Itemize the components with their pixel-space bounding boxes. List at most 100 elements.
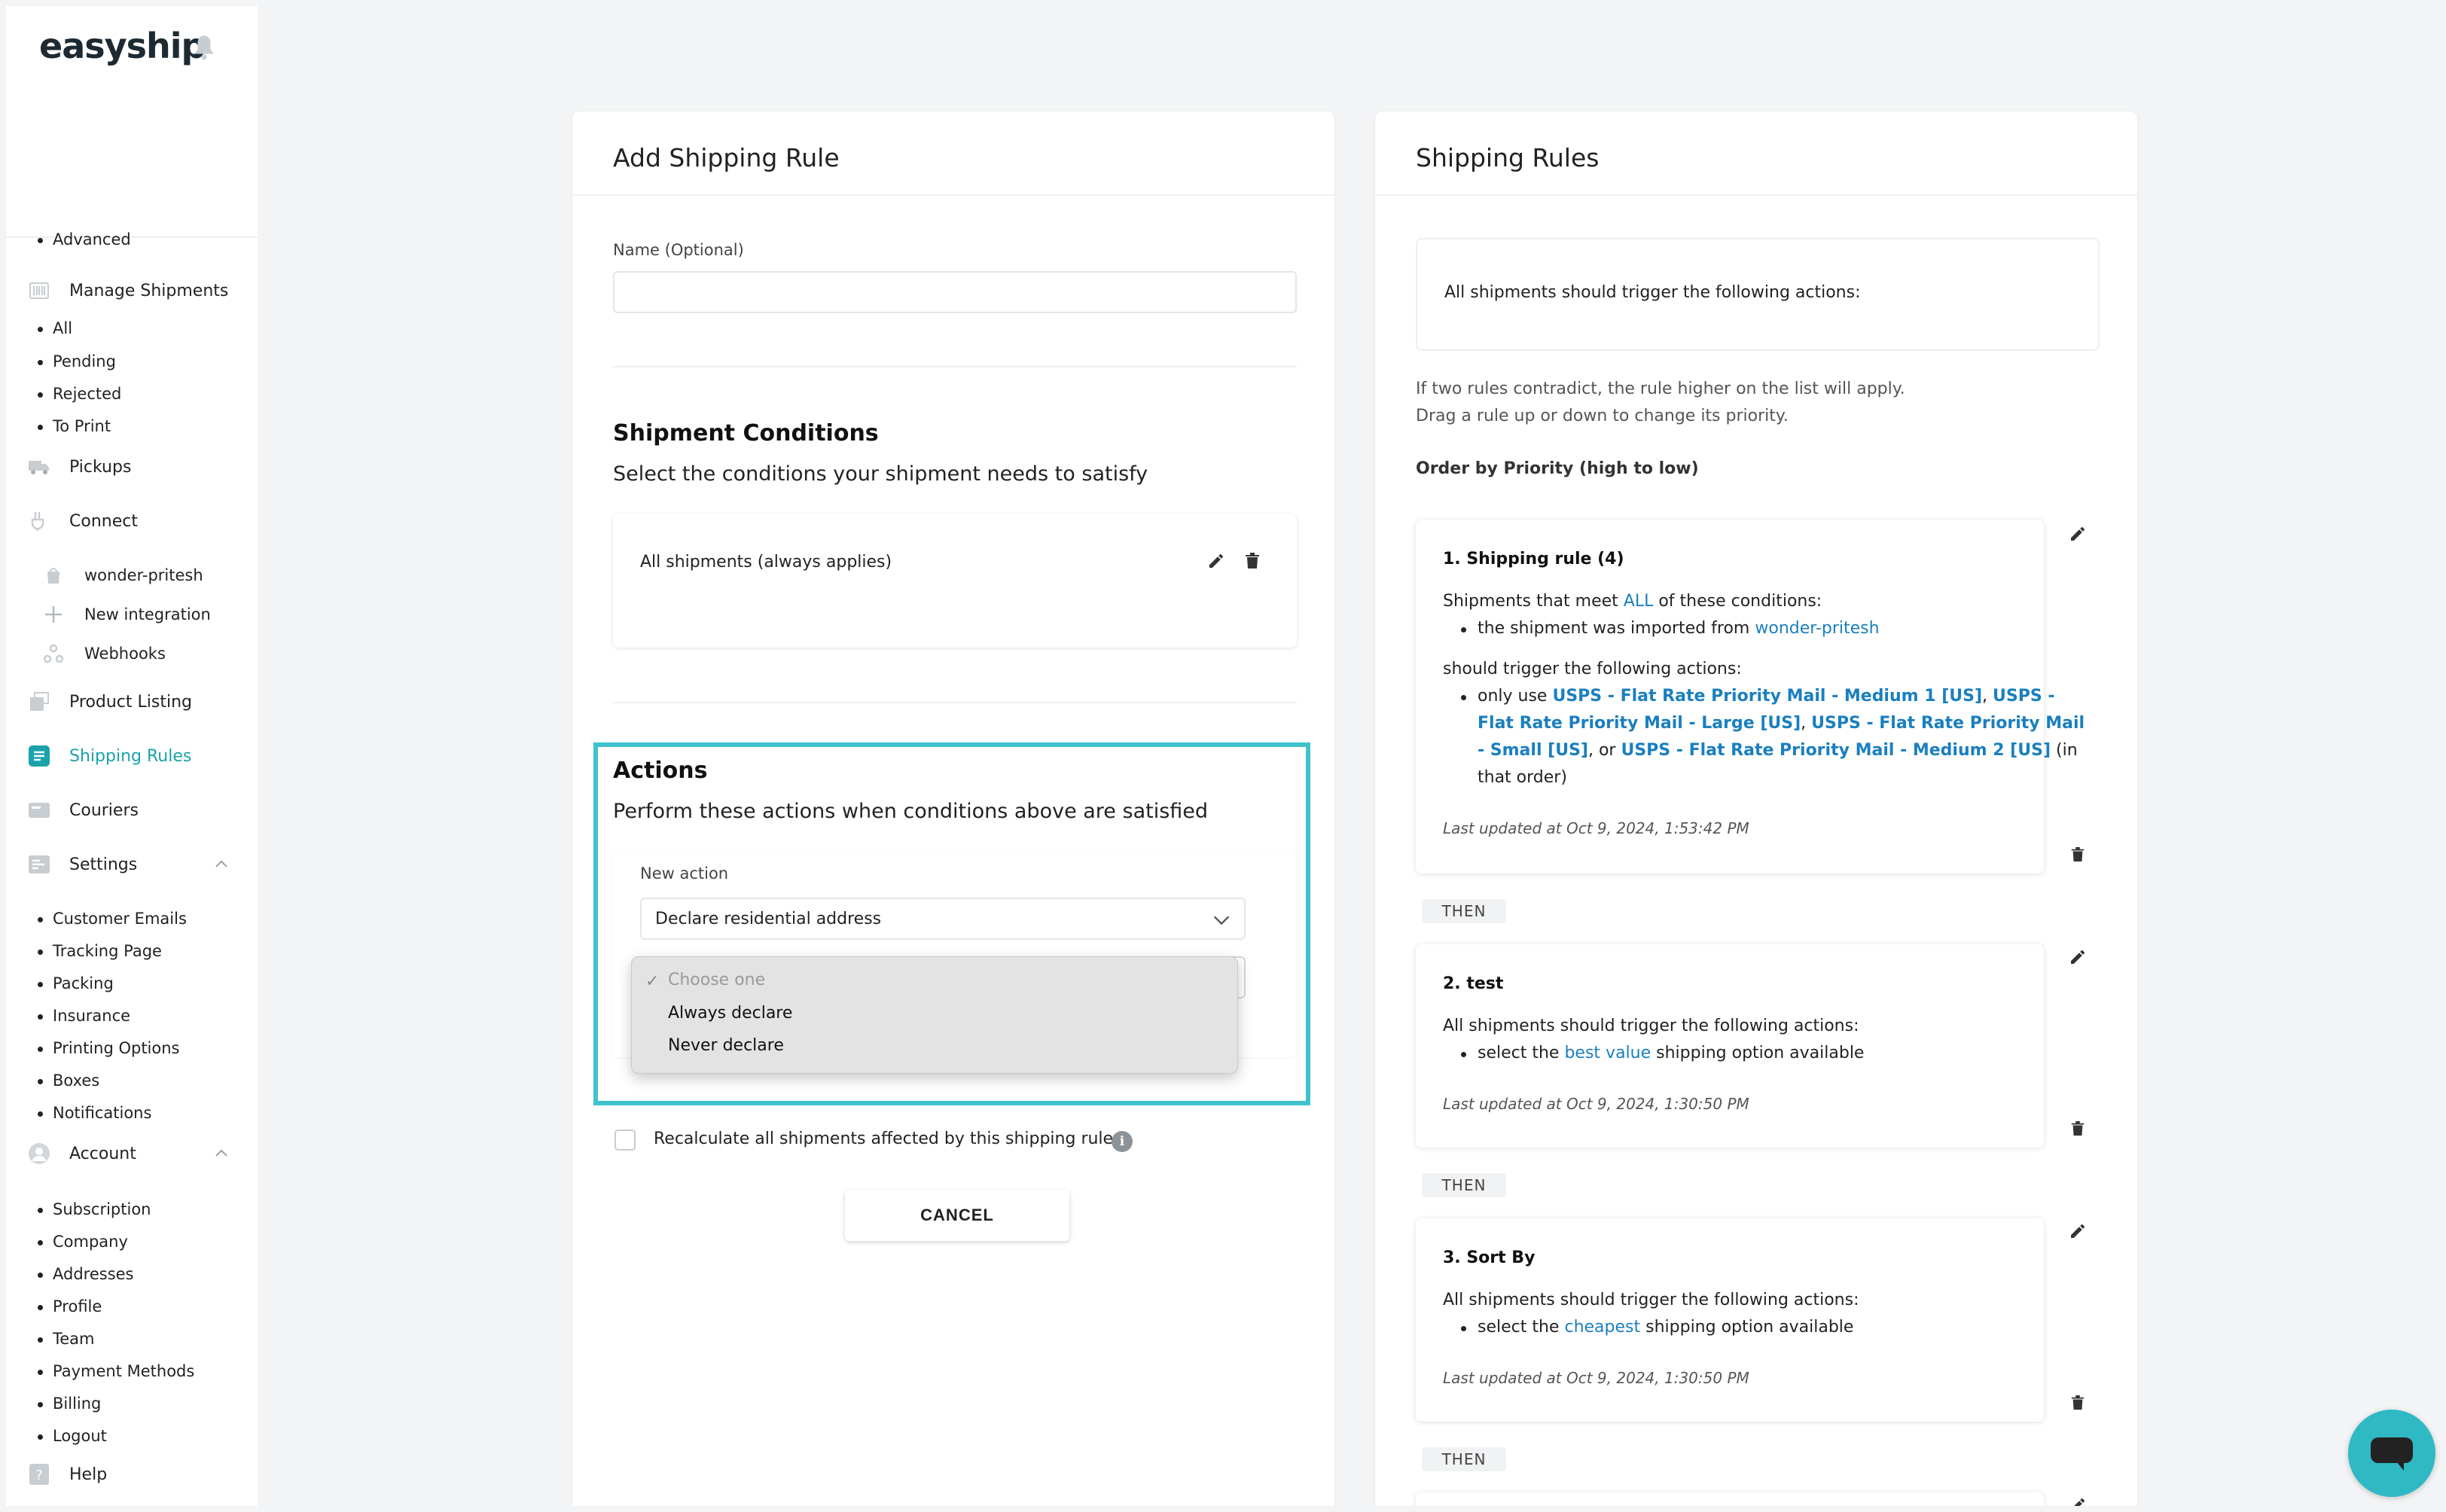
then-separator: THEN	[1422, 899, 1506, 923]
info-icon[interactable]: i	[1112, 1131, 1133, 1152]
trash-icon[interactable]	[2066, 1392, 2089, 1414]
dropdown-option-always-declare[interactable]: Always declare	[668, 1004, 792, 1023]
sidebar-sub-customer-emails[interactable]: Customer Emails	[38, 910, 187, 928]
edit-icon[interactable]	[2066, 523, 2089, 545]
sidebar-sub-packing[interactable]: Packing	[38, 974, 114, 992]
sidebar-divider	[6, 236, 258, 238]
sidebar-sub-rejected[interactable]: Rejected	[37, 385, 121, 403]
sidebar-sub-advanced[interactable]: Advanced	[38, 230, 131, 248]
cancel-button[interactable]: CANCEL	[845, 1190, 1069, 1241]
rule-action-bullet: only use USPS - Flat Rate Priority Mail …	[1460, 687, 2055, 706]
sidebar-item-connect[interactable]: Connect	[27, 506, 138, 536]
rule-card-2[interactable]: 2. test All shipments should trigger the…	[1416, 944, 2044, 1148]
edit-icon[interactable]	[2066, 1220, 2089, 1242]
sidebar-sub-logout[interactable]: Logout	[38, 1427, 107, 1445]
svg-text:?: ?	[35, 1468, 43, 1483]
actions-heading: Actions	[613, 758, 708, 784]
sidebar-sub-pending[interactable]: Pending	[38, 352, 116, 370]
bell-icon[interactable]	[191, 33, 217, 62]
name-label: Name (Optional)	[613, 241, 744, 259]
sidebar-item-settings[interactable]: Settings	[27, 849, 137, 879]
panel-header: Shipping Rules	[1375, 111, 2137, 196]
chevron-up-icon[interactable]	[212, 855, 230, 873]
sidebar-item-product-listing[interactable]: Product Listing	[27, 687, 192, 717]
sidebar-item-pickups[interactable]: Pickups	[27, 452, 131, 482]
rule-card-1[interactable]: 1. Shipping rule (4) Shipments that meet…	[1416, 520, 2085, 873]
sidebar-sub-to-print[interactable]: To Print	[37, 417, 111, 435]
shipping-rules-panel: Shipping Rules All shipments should trig…	[1375, 111, 2137, 1506]
sidebar-item-label: Settings	[69, 855, 138, 874]
courier-icon	[27, 799, 51, 822]
condition-card: All shipments (always applies)	[613, 514, 1297, 648]
checkmark-icon: ✓	[645, 972, 660, 991]
edit-icon[interactable]	[2066, 946, 2089, 968]
rule-action-continued: Flat Rate Priority Mail - Large [US], US…	[1478, 714, 2085, 733]
all-shipments-card: All shipments should trigger the followi…	[1416, 238, 2100, 351]
sidebar: easyship Advanced Manage Shipments All P…	[6, 6, 258, 1506]
conditions-heading: Shipment Conditions	[613, 420, 879, 447]
sidebar-item-help[interactable]: ? Help	[27, 1459, 107, 1489]
add-shipping-rule-panel: Add Shipping Rule Name (Optional) Shipme…	[572, 111, 1334, 1506]
chat-button[interactable]	[2348, 1410, 2435, 1497]
sidebar-item-couriers[interactable]: Couriers	[27, 795, 139, 825]
rule-card-4[interactable]	[1416, 1492, 2044, 1506]
user-icon	[27, 1142, 51, 1165]
sidebar-item-label: Account	[69, 1144, 136, 1163]
hand-plug-icon	[27, 510, 51, 532]
sidebar-sub-subscription[interactable]: Subscription	[37, 1200, 151, 1218]
name-input[interactable]	[613, 271, 1297, 313]
sidebar-item-manage-shipments[interactable]: Manage Shipments	[27, 276, 228, 306]
sidebar-sub-team[interactable]: Team	[38, 1330, 95, 1348]
rule-card-3[interactable]: 3. Sort By All shipments should trigger …	[1416, 1218, 2044, 1422]
sidebar-sub-addresses[interactable]: Addresses	[38, 1265, 134, 1283]
trash-icon[interactable]	[1241, 550, 1264, 572]
then-separator: THEN	[1422, 1173, 1506, 1197]
plus-icon	[42, 603, 65, 626]
sidebar-item-account[interactable]: Account	[27, 1139, 136, 1169]
integration-label: Webhooks	[84, 645, 166, 663]
easyship-logo[interactable]: easyship	[39, 26, 206, 66]
integration-label: wonder-pritesh	[84, 566, 203, 584]
dropdown-option-never-declare[interactable]: Never declare	[668, 1036, 784, 1055]
rule-action-bullet: select the best value shipping option av…	[1460, 1044, 1865, 1062]
barcode-icon	[27, 279, 51, 302]
sidebar-sub-insurance[interactable]: Insurance	[37, 1007, 130, 1025]
sidebar-integration-new[interactable]: New integration	[42, 599, 211, 629]
product-icon	[27, 690, 51, 713]
sidebar-sub-all[interactable]: All	[37, 319, 72, 337]
edit-icon[interactable]	[1205, 550, 1228, 572]
sidebar-sub-payment-methods[interactable]: Payment Methods	[37, 1362, 194, 1380]
sidebar-integration-webhooks[interactable]: Webhooks	[42, 639, 166, 669]
trash-icon[interactable]	[2066, 843, 2089, 866]
chevron-up-icon[interactable]	[212, 1145, 230, 1163]
all-shipments-text: All shipments should trigger the followi…	[1444, 283, 1861, 302]
dropdown-option-choose-one[interactable]: Choose one	[668, 971, 765, 989]
priority-note: If two rules contradict, the rule higher…	[1416, 380, 1905, 398]
trash-icon[interactable]	[2066, 1117, 2089, 1140]
sidebar-item-label: Shipping Rules	[69, 746, 192, 766]
sidebar-item-label: Connect	[69, 511, 138, 531]
truck-icon	[27, 456, 51, 478]
sidebar-sub-printing-options[interactable]: Printing Options	[37, 1039, 179, 1057]
chevron-down-icon	[1213, 916, 1230, 925]
rule-condition-line: Shipments that meet ALL of these conditi…	[1443, 592, 1822, 611]
drag-note: Drag a rule up or down to change its pri…	[1416, 407, 1789, 425]
integration-label: New integration	[84, 605, 211, 623]
action-type-select[interactable]: Declare residential address	[640, 898, 1246, 940]
app-frame: easyship Advanced Manage Shipments All P…	[6, 6, 2440, 1506]
sidebar-sub-billing[interactable]: Billing	[37, 1395, 101, 1413]
sidebar-sub-company[interactable]: Company	[38, 1233, 128, 1251]
chat-icon	[2371, 1437, 2413, 1471]
sidebar-item-shipping-rules[interactable]: Shipping Rules	[27, 741, 191, 771]
new-action-label: New action	[640, 864, 729, 883]
webhooks-icon	[42, 642, 65, 665]
edit-icon[interactable]	[2066, 1494, 2089, 1506]
recalculate-checkbox[interactable]	[615, 1129, 636, 1151]
sidebar-sub-notifications[interactable]: Notifications	[37, 1104, 151, 1122]
sidebar-sub-tracking-page[interactable]: Tracking Page	[38, 942, 162, 960]
sidebar-sub-boxes[interactable]: Boxes	[37, 1072, 99, 1090]
sidebar-sub-profile[interactable]: Profile	[37, 1297, 102, 1315]
rule-title: 3. Sort By	[1443, 1248, 1536, 1267]
integration-link[interactable]: wonder-pritesh	[1755, 619, 1879, 638]
sidebar-integration-wonder-pritesh[interactable]: wonder-pritesh	[42, 560, 203, 590]
